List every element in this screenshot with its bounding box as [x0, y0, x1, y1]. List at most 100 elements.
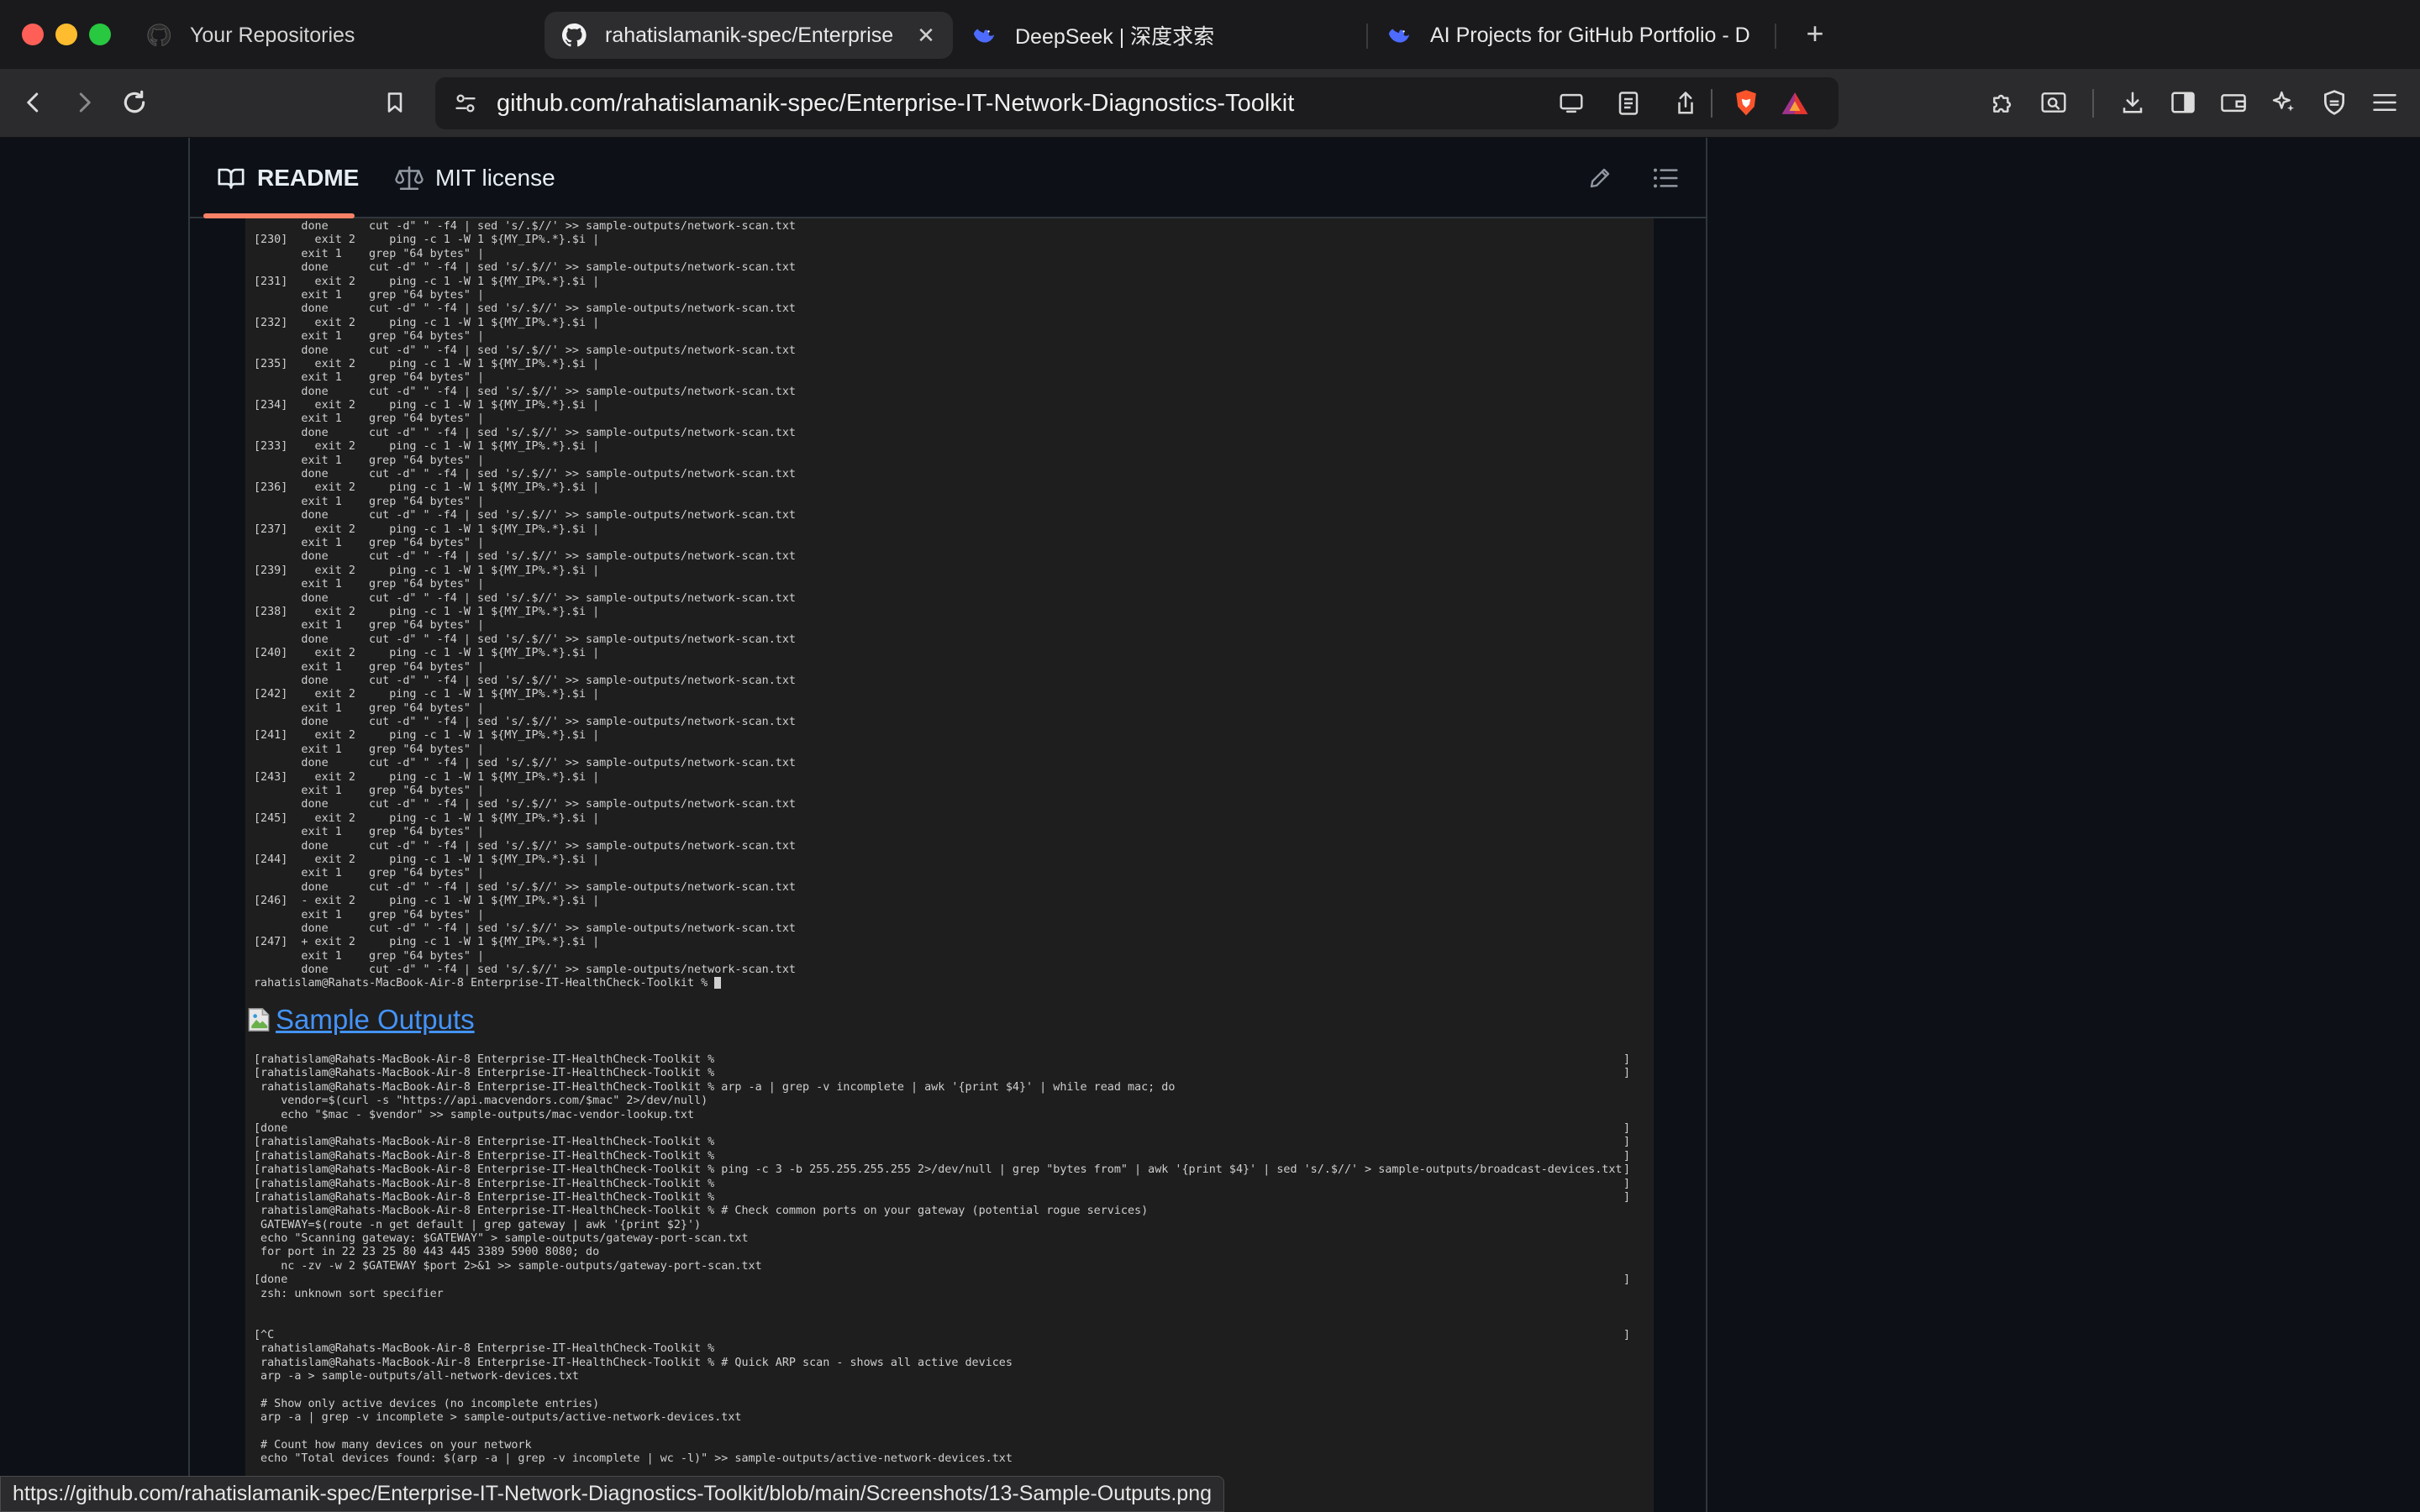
window-zoom-button[interactable] [89, 24, 111, 45]
terminal-line: [239] exit 2 ping -c 1 -W 1 ${MY_IP%.*}.… [245, 564, 1654, 578]
terminal-line-text: exit 1 grep "64 bytes" | [254, 454, 485, 467]
forward-button[interactable] [64, 82, 104, 123]
terminal-bracket: ] [1623, 1136, 1631, 1149]
terminal-line: vendor=$(curl -s "https://api.macvendors… [245, 1095, 1654, 1108]
wallet-button[interactable] [2213, 82, 2254, 123]
terminal-line-text: [237] exit 2 ping -c 1 -W 1 ${MY_IP%.*}.… [254, 522, 600, 536]
address-bar[interactable]: github.com/rahatislamanik-spec/Enterpris… [435, 77, 1839, 129]
terminal-line: [237] exit 2 ping -c 1 -W 1 ${MY_IP%.*}.… [245, 523, 1654, 537]
terminal-line: exit 1 grep "64 bytes" | [245, 330, 1654, 344]
terminal-line-text: done cut -d" " -f4 | sed 's/.$//' >> sam… [254, 591, 796, 605]
terminal-bracket: ] [1623, 1121, 1631, 1135]
terminal-line: [rahatislam@Rahats-MacBook-Air-8 Enterpr… [245, 1191, 1654, 1205]
terminal-line-text: exit 1 grep "64 bytes" | [254, 578, 485, 591]
cast-icon[interactable] [1551, 83, 1591, 123]
share-icon[interactable] [1665, 83, 1706, 123]
deepseek-icon [1386, 23, 1412, 48]
menu-button[interactable] [2365, 82, 2405, 123]
tab-deepseek[interactable]: DeepSeek | 深度求索 [971, 12, 1349, 59]
terminal-line: [245] exit 2 ping -c 1 -W 1 ${MY_IP%.*}.… [245, 812, 1654, 826]
brave-shields-icon[interactable] [1726, 83, 1766, 123]
screenshot-button[interactable] [2033, 82, 2074, 123]
terminal-line: GATEWAY=$(route -n get default | grep ga… [245, 1219, 1654, 1232]
new-tab-button[interactable]: + [1798, 17, 1832, 50]
terminal-line-text: done cut -d" " -f4 | sed 's/.$//' >> sam… [254, 716, 796, 729]
terminal-line-text: done cut -d" " -f4 | sed 's/.$//' >> sam… [254, 550, 796, 564]
tab-label: Your Repositories [190, 23, 355, 47]
tab-your-repositories[interactable]: Your Repositories [146, 12, 524, 59]
downloads-button[interactable] [2112, 82, 2153, 123]
terminal-line-text: [234] exit 2 ping -c 1 -W 1 ${MY_IP%.*}.… [254, 399, 600, 412]
edit-file-button[interactable] [1580, 158, 1620, 198]
terminal-line-text: [238] exit 2 ping -c 1 -W 1 ${MY_IP%.*}.… [254, 605, 600, 618]
terminal-line-text: nc -zv -w 2 $GATEWAY $port 2>&1 >> sampl… [254, 1259, 762, 1273]
window-minimize-button[interactable] [55, 24, 77, 45]
terminal-line: done cut -d" " -f4 | sed 's/.$//' >> sam… [245, 386, 1654, 399]
terminal-line: [rahatislam@Rahats-MacBook-Air-8 Enterpr… [245, 1067, 1654, 1080]
tab-close-icon[interactable]: ✕ [914, 24, 938, 47]
terminal-line: done cut -d" " -f4 | sed 's/.$//' >> sam… [245, 633, 1654, 647]
terminal-line: [247] + exit 2 ping -c 1 -W 1 ${MY_IP%.*… [245, 936, 1654, 949]
terminal-line: done cut -d" " -f4 | sed 's/.$//' >> sam… [245, 261, 1654, 275]
book-icon [217, 165, 245, 191]
terminal-line: nc -zv -w 2 $GATEWAY $port 2>&1 >> sampl… [245, 1260, 1654, 1273]
tab-readme-label: README [257, 165, 360, 191]
terminal-line: done cut -d" " -f4 | sed 's/.$//' >> sam… [245, 881, 1654, 895]
bookmark-button[interactable] [375, 82, 415, 123]
terminal-line-text: exit 1 grep "64 bytes" | [254, 495, 485, 508]
extensions-button[interactable] [1983, 82, 2023, 123]
outline-button[interactable] [1645, 158, 1686, 198]
terminal-line-text: exit 1 grep "64 bytes" | [254, 371, 485, 385]
terminal-line-text: done cut -d" " -f4 | sed 's/.$//' >> sam… [254, 839, 796, 853]
sample-outputs-label[interactable]: Sample Outputs [276, 1004, 475, 1036]
window-close-button[interactable] [22, 24, 44, 45]
sample-outputs-link[interactable]: Sample Outputs [245, 1001, 475, 1038]
tab-ai-projects[interactable]: AI Projects for GitHub Portfolio - D [1386, 12, 1765, 59]
terminal-screenshot-2: [rahatislam@Rahats-MacBook-Air-8 Enterpr… [245, 1047, 1654, 1512]
terminal-line-text: done cut -d" " -f4 | sed 's/.$//' >> sam… [254, 633, 796, 646]
active-tab-indicator [203, 213, 355, 218]
terminal-line: done cut -d" " -f4 | sed 's/.$//' >> sam… [245, 344, 1654, 358]
terminal-line: [rahatislam@Rahats-MacBook-Air-8 Enterpr… [245, 1053, 1654, 1067]
readme-container: done cut -d" " -f4 | sed 's/.$//' >> sam… [188, 138, 1707, 1512]
reload-button[interactable] [114, 82, 155, 123]
sidebar-button[interactable] [2163, 82, 2203, 123]
terminal-line-text: arp -a | grep -v incomplete > sample-out… [254, 1411, 742, 1425]
back-button[interactable] [13, 82, 54, 123]
leo-ai-button[interactable] [2264, 82, 2304, 123]
terminal-screenshot-1: done cut -d" " -f4 | sed 's/.$//' >> sam… [245, 218, 1654, 1132]
terminal-line-text: # Count how many devices on your network [254, 1438, 532, 1452]
terminal-line: done cut -d" " -f4 | sed 's/.$//' >> sam… [245, 963, 1654, 977]
terminal-bracket: ] [1623, 1053, 1631, 1066]
terminal-line: exit 1 grep "64 bytes" | [245, 661, 1654, 675]
brave-rewards-icon[interactable] [1775, 83, 1815, 123]
tab-readme[interactable]: README [217, 138, 359, 218]
terminal-line-text: [244] exit 2 ping -c 1 -W 1 ${MY_IP%.*}.… [254, 853, 600, 866]
bookmark-icon [387, 92, 402, 113]
vpn-button[interactable] [2314, 82, 2354, 123]
terminal-bracket: ] [1623, 1163, 1631, 1177]
terminal-line-text: [243] exit 2 ping -c 1 -W 1 ${MY_IP%.*}.… [254, 770, 600, 784]
terminal-line: done cut -d" " -f4 | sed 's/.$//' >> sam… [245, 220, 1654, 234]
terminal-line: exit 1 grep "64 bytes" | [245, 248, 1654, 261]
scale-icon [395, 165, 424, 192]
terminal-line-text: [245] exit 2 ping -c 1 -W 1 ${MY_IP%.*}.… [254, 811, 600, 825]
terminal-line: exit 1 grep "64 bytes" | [245, 496, 1654, 509]
terminal-line: exit 1 grep "64 bytes" | [245, 909, 1654, 922]
terminal-line: [242] exit 2 ping -c 1 -W 1 ${MY_IP%.*}.… [245, 688, 1654, 701]
terminal-line-text: done cut -d" " -f4 | sed 's/.$//' >> sam… [254, 757, 796, 770]
tab-mit-license[interactable]: MIT license [395, 138, 555, 218]
tab-enterprise-repo[interactable]: rahatislamanik-spec/Enterprise ✕ [544, 12, 953, 59]
list-icon [1654, 168, 1678, 188]
terminal-line: echo "$mac - $vendor" >> sample-outputs/… [245, 1109, 1654, 1122]
github-icon [146, 23, 171, 48]
terminal-line-text: exit 1 grep "64 bytes" | [254, 785, 485, 798]
url-text[interactable]: github.com/rahatislamanik-spec/Enterpris… [497, 77, 1294, 129]
reader-mode-icon[interactable] [1608, 83, 1649, 123]
terminal-line-text: [rahatislam@Rahats-MacBook-Air-8 Enterpr… [254, 1163, 1623, 1177]
terminal-line-text: exit 1 grep "64 bytes" | [254, 412, 485, 426]
site-settings-icon[interactable] [445, 83, 486, 123]
terminal-line-text: # Show only active devices (no incomplet… [254, 1397, 600, 1410]
